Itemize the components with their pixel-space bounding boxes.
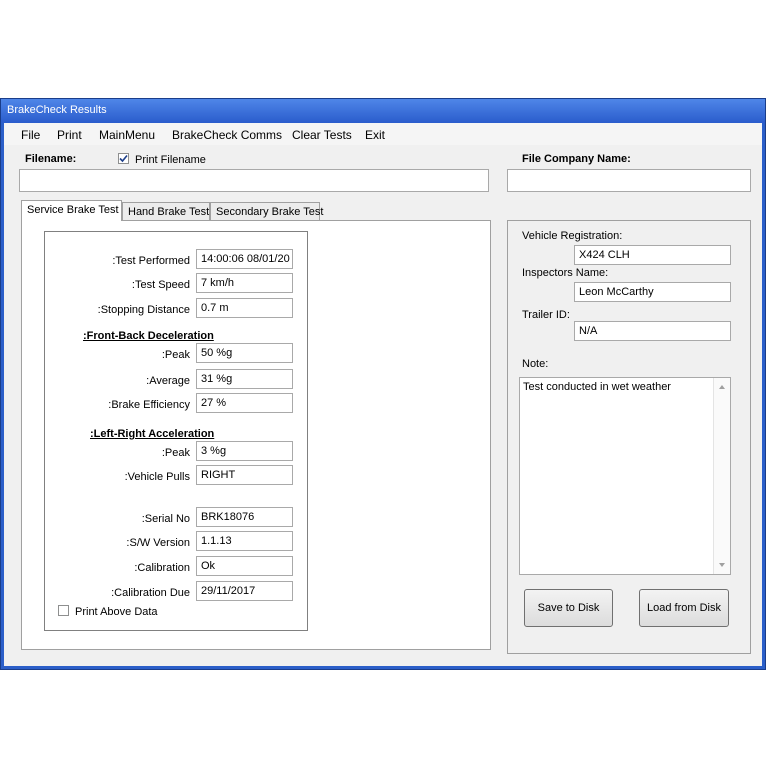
calibration-due-label: :Calibration Due (111, 587, 190, 599)
menu-exit[interactable]: Exit (365, 128, 385, 142)
serial-no-label: :Serial No (141, 513, 190, 525)
test-speed-label: :Test Speed (131, 279, 190, 291)
vehicle-registration-label: Vehicle Registration: (522, 230, 623, 242)
average-label: :Average (146, 375, 190, 387)
print-above-data-checkbox[interactable] (58, 605, 69, 616)
fb-peak-field[interactable]: 50 %g (196, 343, 293, 363)
lr-peak-label: :Peak (161, 447, 190, 459)
vehicle-pulls-field[interactable]: RIGHT (196, 465, 293, 485)
trailer-id-field[interactable]: N/A (574, 321, 731, 341)
serial-no-field[interactable]: BRK18076 (196, 507, 293, 527)
trailer-id-label: Trailer ID: (522, 309, 570, 321)
test-speed-field[interactable]: 7 km/h (196, 273, 293, 293)
checkmark-icon (119, 154, 128, 163)
menu-file[interactable]: File (21, 128, 40, 142)
sw-version-label: :S/W Version (126, 537, 190, 549)
load-from-disk-button[interactable]: Load from Disk (639, 589, 729, 627)
menu-bar: File Print MainMenu BrakeCheck Comms Cle… (4, 123, 762, 145)
note-text: Test conducted in wet weather (523, 381, 671, 393)
window-client-area: File Print MainMenu BrakeCheck Comms Cle… (4, 123, 762, 666)
save-to-disk-button[interactable]: Save to Disk (524, 589, 613, 627)
brake-efficiency-field[interactable]: 27 % (196, 393, 293, 413)
service-brake-test-panel: :Test Performed 14:00:06 08/01/20 :Test … (21, 220, 491, 650)
fb-peak-label: :Peak (161, 349, 190, 361)
tab-service-brake-test[interactable]: Service Brake Test (21, 200, 122, 221)
calibration-due-field[interactable]: 29/11/2017 (196, 581, 293, 601)
filename-input[interactable] (19, 169, 489, 192)
tab-secondary-brake-test[interactable]: Secondary Brake Test (210, 202, 323, 221)
filename-label: Filename: (25, 153, 77, 165)
calibration-field[interactable]: Ok (196, 556, 293, 576)
menu-clear-tests[interactable]: Clear Tests (292, 128, 352, 142)
print-above-data-label: Print Above Data (75, 606, 158, 618)
vehicle-pulls-label: :Vehicle Pulls (124, 471, 190, 483)
print-filename-label: Print Filename (135, 154, 206, 166)
file-company-name-input[interactable] (507, 169, 751, 192)
lr-peak-field[interactable]: 3 %g (196, 441, 293, 461)
stopping-distance-label: :Stopping Distance (97, 304, 190, 316)
calibration-label: :Calibration (134, 562, 190, 574)
print-filename-checkbox[interactable] (118, 153, 129, 164)
menu-mainmenu[interactable]: MainMenu (99, 128, 155, 142)
scroll-up-arrow-icon[interactable] (714, 381, 730, 393)
note-scrollbar[interactable] (713, 378, 730, 574)
brakecheck-results-window: BrakeCheck Results File Print MainMenu B… (0, 98, 766, 670)
test-results-group: :Test Performed 14:00:06 08/01/20 :Test … (44, 231, 308, 631)
title-bar[interactable]: BrakeCheck Results (1, 99, 765, 123)
note-label: Note: (522, 358, 549, 370)
test-performed-field[interactable]: 14:00:06 08/01/20 (196, 249, 293, 269)
vehicle-info-panel: Vehicle Registration: X424 CLH Inspector… (507, 220, 751, 654)
stopping-distance-field[interactable]: 0.7 m (196, 298, 293, 318)
menu-print[interactable]: Print (57, 128, 82, 142)
tab-hand-brake-test[interactable]: Hand Brake Test (122, 202, 210, 221)
vehicle-registration-field[interactable]: X424 CLH (574, 245, 731, 265)
left-right-acceleration-heading: :Left-Right Acceleration (90, 428, 215, 440)
test-performed-label: :Test Performed (112, 255, 190, 267)
menu-brakecheck-comms[interactable]: BrakeCheck Comms (172, 128, 282, 142)
inspectors-name-field[interactable]: Leon McCarthy (574, 282, 731, 302)
inspectors-name-label: Inspectors Name: (522, 267, 609, 279)
scroll-down-arrow-icon[interactable] (714, 559, 730, 571)
brake-efficiency-label: :Brake Efficiency (108, 399, 190, 411)
average-field[interactable]: 31 %g (196, 369, 293, 389)
sw-version-field[interactable]: 1.1.13 (196, 531, 293, 551)
file-company-name-label: File Company Name: (522, 153, 631, 165)
window-title: BrakeCheck Results (7, 104, 107, 116)
note-textarea[interactable]: Test conducted in wet weather (519, 377, 731, 575)
front-back-deceleration-heading: :Front-Back Deceleration (83, 330, 214, 342)
